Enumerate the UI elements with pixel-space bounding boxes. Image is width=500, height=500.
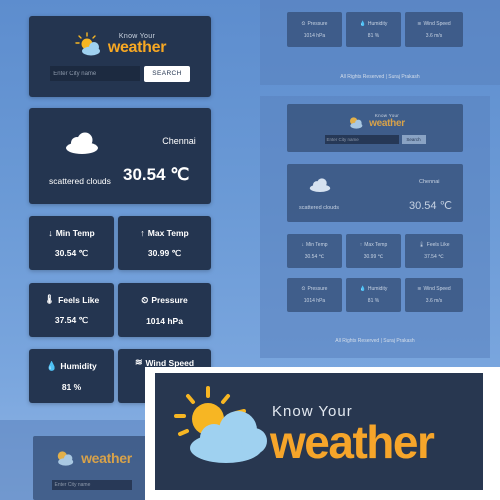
desktop-min-label: Min Temp <box>305 242 328 248</box>
sun-cloud-icon <box>350 116 363 129</box>
wind-icon: ≋ <box>417 20 422 27</box>
desktop-humidity-value: 81 % <box>367 298 380 304</box>
wind-icon: ≋ <box>417 286 422 292</box>
desktop-pressure-value: 1014 hPa <box>303 298 326 304</box>
cloud-icon <box>66 132 98 154</box>
feels-like-value: 37.54 ℃ <box>54 315 89 325</box>
droplet-icon: 💧 <box>359 286 366 292</box>
min-temp-card: ↓ Min Temp 30.54 ℃ <box>29 216 114 270</box>
desktop-max-value: 30.99 ℃ <box>363 254 384 260</box>
sun-cloud-icon <box>57 451 74 466</box>
desktop-feels-value: 37.54 ℃ <box>424 254 444 260</box>
desktop-search-input[interactable]: Enter City name <box>324 134 399 144</box>
desktop-feels-label: Feels Like <box>426 242 450 248</box>
desktop-logo: Know Your weather <box>345 113 405 129</box>
thermometer-icon: 🌡 <box>418 242 425 248</box>
search-button[interactable]: SEARCH <box>144 65 190 82</box>
faded-logo-title: weather <box>81 450 132 466</box>
app-logo: Know Your weather <box>74 31 167 56</box>
desktop-humidity-label: Humidity <box>367 286 388 292</box>
humidity-label-top: Humidity <box>367 20 388 27</box>
desktop-header: Know Your weather Enter City name Search <box>287 104 463 152</box>
wind-value-top: 3.6 m/s <box>425 32 443 39</box>
search-bar: SEARCH <box>50 65 190 82</box>
humidity-value: 81 % <box>61 381 82 392</box>
desktop-pressure-card: ⏲ Pressure 1014 hPa <box>287 278 342 312</box>
desktop-feels-card: 🌡 Feels Like 37.54 ℃ <box>405 234 463 268</box>
droplet-icon: 💧 <box>46 360 58 371</box>
humidity-label: Humidity <box>60 361 97 371</box>
city-search-input[interactable] <box>50 66 141 81</box>
desktop-humidity-card: 💧 Humidity 81 % <box>346 278 401 312</box>
faded-header-card: weather Enter City name <box>33 436 150 500</box>
faded-logo: weather <box>51 446 132 466</box>
desktop-min-value: 30.54 ℃ <box>304 254 325 260</box>
desktop-min-card: ↓ Min Temp 30.54 ℃ <box>287 234 342 268</box>
desktop-preview-main: Know Your weather Enter City name Search… <box>260 96 490 358</box>
desktop-current-card: Chennai scattered clouds 30.54 ℃ <box>287 164 463 222</box>
thermometer-icon: 🌡 <box>43 294 56 304</box>
desktop-search-button[interactable]: Search <box>401 134 426 144</box>
current-weather-card: Chennai scattered clouds 30.54 ℃ <box>29 108 211 204</box>
wind-label-top: Wind Speed <box>423 20 451 27</box>
desktop-preview-top: ⏲ Pressure 1014 hPa 💧 Humidity 81 % ≋ Wind … <box>260 0 500 85</box>
logo-title: weather <box>107 38 167 56</box>
pressure-card-top: ⏲ Pressure 1014 hPa <box>287 12 342 47</box>
current-temperature: 30.54 ℃ <box>123 165 190 184</box>
arrow-down-icon: ↓ <box>48 227 53 238</box>
cloud-icon <box>309 178 331 192</box>
gauge-icon: ⏲ <box>301 286 306 292</box>
pressure-label: Pressure <box>151 295 188 305</box>
feels-like-card: 🌡 Feels Like 37.54 ℃ <box>29 283 114 337</box>
city-name: Chennai <box>162 136 196 146</box>
desktop-footer: All Rights Reserved | Suraj Prakash <box>335 338 415 344</box>
pressure-value: 1014 hPa <box>146 315 183 326</box>
desktop-wind-card: ≋ Wind Speed 3.6 m/s <box>405 278 463 312</box>
pressure-label-top: Pressure <box>307 20 328 27</box>
weather-description: scattered clouds <box>49 176 111 186</box>
desktop-wind-value: 3.6 m/s <box>425 298 443 304</box>
overlay-logo-title: weather <box>270 416 435 468</box>
humidity-card-top: 💧 Humidity 81 % <box>346 12 401 47</box>
header-card: Know Your weather SEARCH <box>29 16 211 97</box>
min-temp-value: 30.54 ℃ <box>54 247 89 258</box>
desktop-pressure-label: Pressure <box>307 286 328 292</box>
gauge-icon: ⏲ <box>301 20 306 27</box>
desktop-wind-label: Wind Speed <box>423 286 451 292</box>
arrow-up-icon: ↑ <box>140 227 145 238</box>
footer-top: All Rights Reserved | Suraj Prakash <box>340 74 420 80</box>
max-temp-value: 30.99 ℃ <box>147 247 182 258</box>
humidity-card: 💧 Humidity 81 % <box>29 349 114 403</box>
max-temp-card: ↑ Max Temp 30.99 ℃ <box>118 216 211 270</box>
feels-like-label: Feels Like <box>58 294 100 305</box>
desktop-max-label: Max Temp <box>364 242 388 248</box>
droplet-icon: 💧 <box>359 20 366 27</box>
pressure-value-top: 1014 hPa <box>303 32 326 39</box>
pressure-card: ⏲ Pressure 1014 hPa <box>118 283 211 337</box>
sun-cloud-icon <box>174 386 267 463</box>
desktop-city: Chennai <box>419 179 440 185</box>
faded-search-input: Enter City name <box>51 480 132 490</box>
desktop-description: scattered clouds <box>299 205 340 211</box>
min-temp-label: Min Temp <box>55 227 95 238</box>
arrow-up-icon: ↑ <box>359 242 363 248</box>
arrow-down-icon: ↓ <box>301 242 304 248</box>
desktop-logo-title: weather <box>369 117 405 129</box>
wind-speed-label: Wind Speed <box>145 357 195 368</box>
max-temp-label: Max Temp <box>147 227 189 238</box>
wind-card-top: ≋ Wind Speed 3.6 m/s <box>405 12 463 47</box>
desktop-max-card: ↑ Max Temp 30.99 ℃ <box>346 234 401 268</box>
gauge-icon: ⏲ <box>141 294 149 305</box>
desktop-temperature: 30.54 ℃ <box>409 200 452 212</box>
humidity-value-top: 81 % <box>367 32 380 39</box>
sun-cloud-icon <box>75 31 100 55</box>
wind-icon: ≋ <box>134 357 143 367</box>
